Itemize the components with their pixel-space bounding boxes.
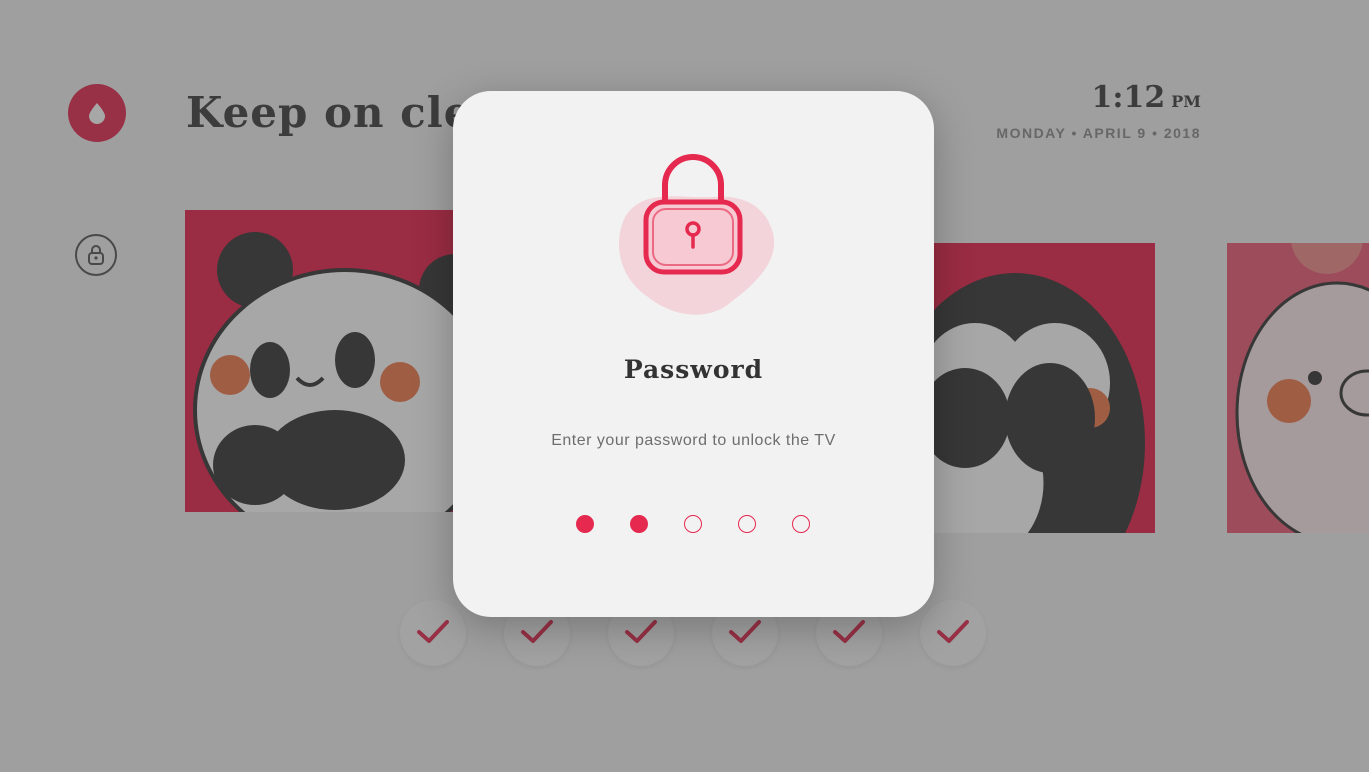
pin-dot-empty <box>792 515 810 533</box>
password-dialog: Password Enter your password to unlock t… <box>453 91 934 617</box>
dialog-title: Password <box>623 355 764 384</box>
pin-dot-filled <box>576 515 594 533</box>
padlock-icon <box>618 154 775 315</box>
dialog-subtitle: Enter your password to unlock the TV <box>551 432 836 449</box>
pin-dot-filled <box>630 515 648 533</box>
pin-indicator[interactable] <box>576 515 816 535</box>
pin-dot-empty <box>684 515 702 533</box>
pin-dot-empty <box>738 515 756 533</box>
